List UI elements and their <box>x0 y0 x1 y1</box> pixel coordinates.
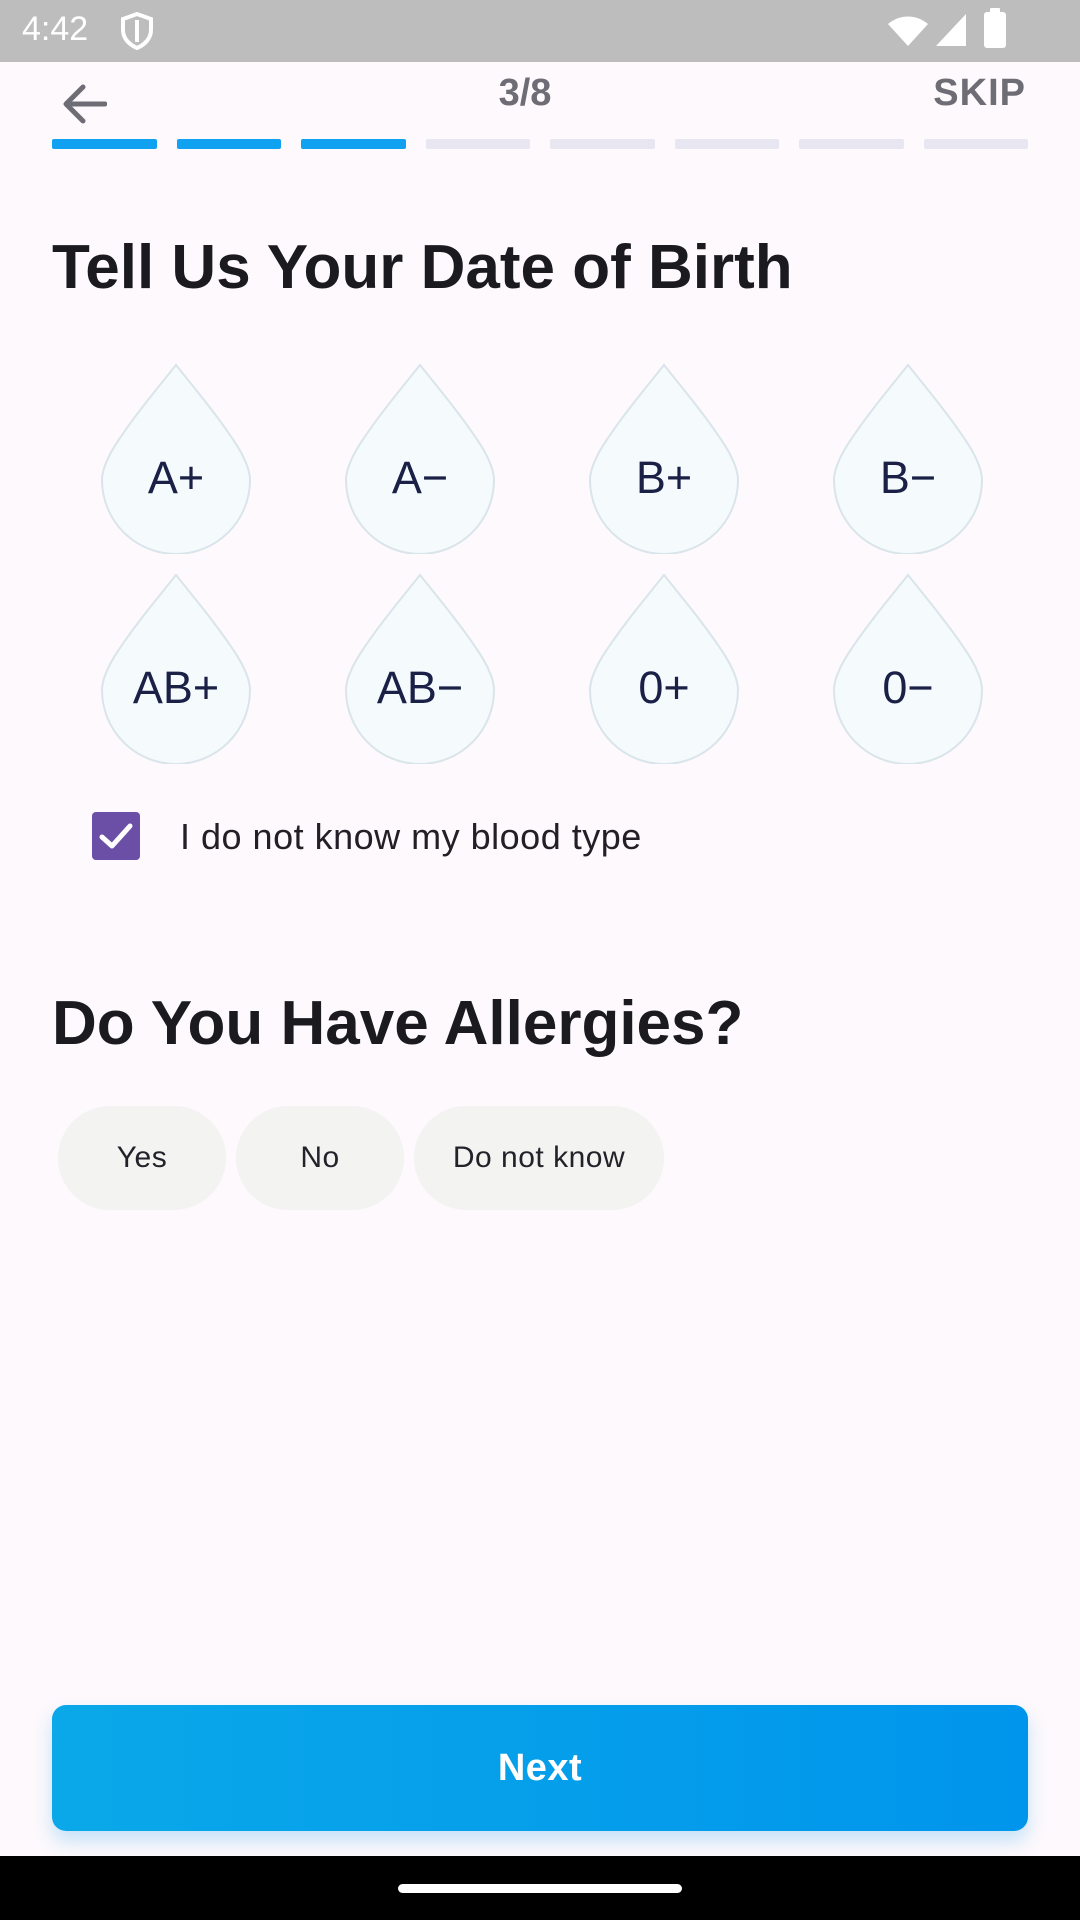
allergy-option-chip[interactable]: Yes <box>58 1106 226 1210</box>
skip-button[interactable]: SKIP <box>933 72 1026 115</box>
unknown-blood-type-row[interactable]: I do not know my blood type <box>92 812 792 862</box>
status-bar: 4:42 <box>0 0 1080 62</box>
blood-type-label: AB− <box>376 662 464 713</box>
blood-type-label: 0− <box>882 662 934 713</box>
home-gesture-handle[interactable] <box>398 1884 682 1893</box>
dob-title: Tell Us Your Date of Birth <box>52 233 793 302</box>
check-icon <box>99 823 133 849</box>
blood-type-option[interactable]: AB− <box>342 572 498 764</box>
blood-type-grid: A+ A− B+ B− AB+ AB− 0+ 0− <box>98 362 986 764</box>
cellular-signal-icon <box>936 14 966 46</box>
blood-type-option[interactable]: 0+ <box>586 572 742 764</box>
blood-type-option[interactable]: A+ <box>98 362 254 554</box>
unknown-blood-type-label: I do not know my blood type <box>180 816 642 857</box>
next-button[interactable]: Next <box>52 1705 1028 1831</box>
progress-segment <box>425 139 530 149</box>
blood-type-label: A+ <box>147 452 205 503</box>
battery-icon <box>984 8 1006 48</box>
progress-segment <box>176 139 281 149</box>
blood-type-option[interactable]: B− <box>830 362 986 554</box>
unknown-blood-type-checkbox[interactable] <box>92 812 140 860</box>
step-progress-bar <box>52 139 1028 149</box>
blood-type-option[interactable]: A− <box>342 362 498 554</box>
blood-type-label: A− <box>391 452 449 503</box>
allergy-option-chip[interactable]: Do not know <box>414 1106 664 1210</box>
status-time: 4:42 <box>22 10 89 48</box>
progress-segment <box>923 139 1028 149</box>
blood-type-option[interactable]: B+ <box>586 362 742 554</box>
blood-type-option[interactable]: AB+ <box>98 572 254 764</box>
progress-segment <box>799 139 904 149</box>
onboarding-header: 3/8 SKIP <box>0 62 1080 132</box>
blood-type-option[interactable]: 0− <box>830 572 986 764</box>
wifi-icon <box>888 16 928 46</box>
system-nav-bar <box>0 1856 1080 1920</box>
progress-segment <box>301 139 406 149</box>
blood-type-label: B− <box>879 452 937 503</box>
blood-type-label: B+ <box>635 452 693 503</box>
blood-type-label: 0+ <box>638 662 690 713</box>
allergy-option-chip[interactable]: No <box>236 1106 404 1210</box>
progress-segment <box>674 139 779 149</box>
progress-segment <box>550 139 655 149</box>
step-counter: 3/8 <box>498 72 552 114</box>
allergies-title: Do You Have Allergies? <box>52 989 744 1058</box>
blood-type-label: AB+ <box>132 662 220 713</box>
progress-segment <box>52 139 157 149</box>
shield-icon <box>121 12 153 50</box>
